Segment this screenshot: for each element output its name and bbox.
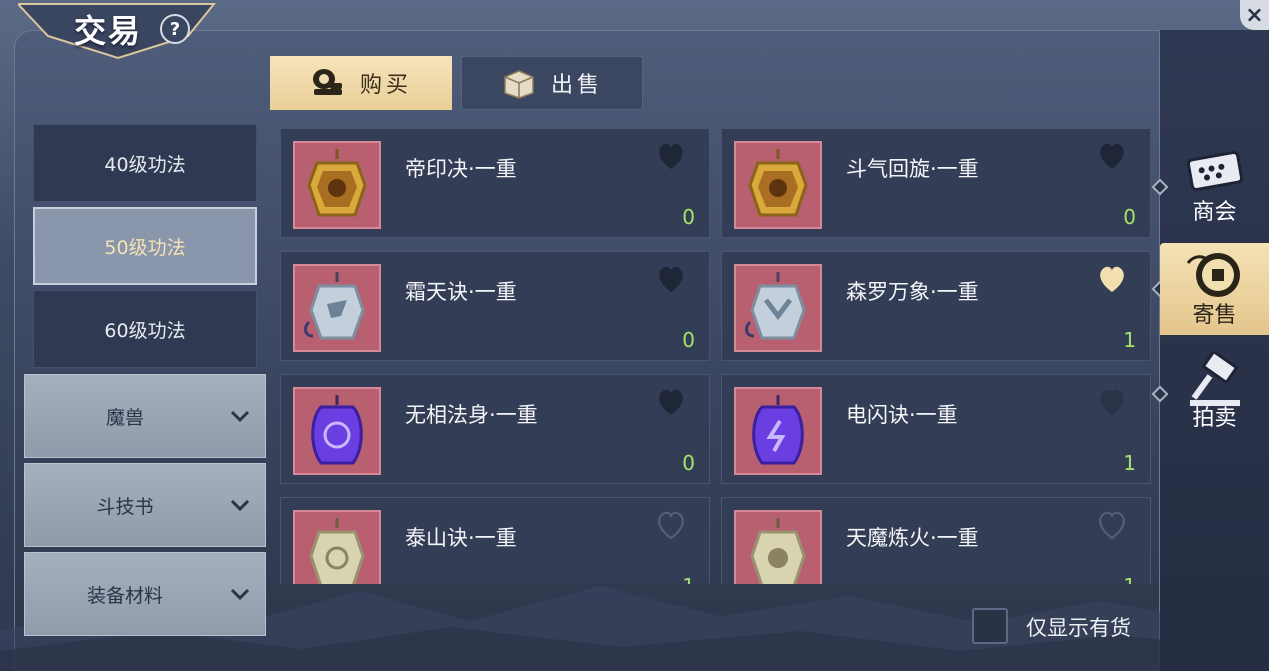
item-card[interactable]: 天魔炼火·一重 1 bbox=[721, 497, 1151, 584]
category-label: 60级功法 bbox=[104, 319, 186, 342]
coins-icon bbox=[312, 69, 342, 95]
group-skill-books[interactable]: 斗技书 bbox=[24, 463, 266, 547]
category-label: 50级功法 bbox=[104, 236, 186, 259]
heart-icon-favorited[interactable] bbox=[1096, 264, 1128, 294]
item-name: 无相法身·一重 bbox=[405, 403, 538, 427]
gold-pendant-icon bbox=[307, 149, 367, 217]
sidebar-item-auction[interactable]: 拍卖 bbox=[1160, 346, 1269, 438]
item-thumbnail bbox=[293, 264, 381, 352]
heart-icon[interactable] bbox=[655, 264, 687, 294]
item-name: 斗气回旋·一重 bbox=[846, 157, 979, 181]
group-beasts[interactable]: 魔兽 bbox=[24, 374, 266, 458]
item-card[interactable]: 无相法身·一重 0 bbox=[280, 374, 710, 484]
item-count: 0 bbox=[682, 328, 695, 352]
item-card[interactable]: 泰山诀·一重 1 bbox=[280, 497, 710, 584]
in-stock-label[interactable]: 仅显示有货 bbox=[1026, 612, 1131, 642]
item-count: 1 bbox=[1123, 328, 1136, 352]
item-list[interactable]: 帝印决·一重 0 斗气回旋·一重 0 霜天诀·一重 0 森罗万象·一重 1 无相… bbox=[270, 122, 1160, 584]
item-name: 帝印决·一重 bbox=[405, 157, 517, 181]
group-equipment-materials[interactable]: 装备材料 bbox=[24, 552, 266, 636]
group-label: 装备材料 bbox=[86, 584, 163, 607]
item-thumbnail bbox=[293, 510, 381, 584]
tab-buy[interactable]: 购买 bbox=[270, 56, 452, 110]
abacus-icon bbox=[1186, 151, 1244, 191]
page-title: 交易 bbox=[74, 12, 143, 50]
chevron-down-icon bbox=[230, 499, 250, 512]
bone-pendant-icon bbox=[309, 518, 365, 584]
silver-pendant-icon bbox=[304, 272, 365, 340]
item-card[interactable]: 电闪诀·一重 1 bbox=[721, 374, 1151, 484]
item-card[interactable]: 森罗万象·一重 1 bbox=[721, 251, 1151, 361]
heart-icon[interactable] bbox=[1096, 387, 1128, 417]
group-label: 魔兽 bbox=[105, 406, 144, 429]
category-label: 40级功法 bbox=[104, 153, 186, 176]
heart-icon-outline[interactable] bbox=[655, 510, 687, 540]
sidebar-item-consignment[interactable]: 寄售 bbox=[1160, 243, 1269, 335]
item-count: 0 bbox=[682, 451, 695, 475]
in-stock-checkbox[interactable] bbox=[972, 608, 1008, 644]
purple-pendant-icon bbox=[752, 395, 804, 465]
item-card[interactable]: 斗气回旋·一重 0 bbox=[721, 128, 1151, 238]
category-50[interactable]: 50级功法 bbox=[33, 207, 257, 285]
item-card[interactable]: 帝印决·一重 0 bbox=[280, 128, 710, 238]
chevron-down-icon bbox=[230, 410, 250, 423]
item-thumbnail bbox=[293, 141, 381, 229]
heart-icon-outline[interactable] bbox=[1096, 510, 1128, 540]
tab-sell[interactable]: 出售 bbox=[461, 56, 643, 110]
package-icon bbox=[504, 70, 534, 99]
gold-pendant-icon bbox=[748, 149, 808, 217]
heart-icon[interactable] bbox=[1096, 141, 1128, 171]
item-count: 1 bbox=[682, 574, 695, 584]
item-thumbnail bbox=[734, 387, 822, 475]
sidebar-item-guild-shop[interactable]: 商会 bbox=[1160, 140, 1269, 232]
chevron-down-icon bbox=[230, 588, 250, 601]
heart-icon[interactable] bbox=[655, 141, 687, 171]
item-count: 0 bbox=[1123, 205, 1136, 229]
close-button[interactable]: × bbox=[1240, 0, 1269, 30]
category-60[interactable]: 60级功法 bbox=[33, 290, 257, 368]
item-name: 泰山诀·一重 bbox=[405, 526, 517, 550]
item-name: 霜天诀·一重 bbox=[405, 280, 517, 304]
item-name: 天魔炼火·一重 bbox=[846, 526, 979, 550]
tab-sell-label: 出售 bbox=[550, 73, 603, 98]
tab-buy-label: 购买 bbox=[359, 73, 412, 98]
heart-icon[interactable] bbox=[655, 387, 687, 417]
coin-icon bbox=[1186, 253, 1240, 297]
item-name: 森罗万象·一重 bbox=[846, 280, 979, 304]
item-card[interactable]: 霜天诀·一重 0 bbox=[280, 251, 710, 361]
category-40[interactable]: 40级功法 bbox=[33, 124, 257, 202]
item-count: 1 bbox=[1123, 574, 1136, 584]
item-name: 电闪诀·一重 bbox=[846, 403, 958, 427]
item-thumbnail bbox=[734, 264, 822, 352]
silver-pendant-icon bbox=[745, 272, 806, 340]
item-count: 1 bbox=[1123, 451, 1136, 475]
help-button[interactable]: ? bbox=[160, 14, 190, 44]
group-label: 斗技书 bbox=[96, 495, 154, 518]
item-count: 0 bbox=[682, 205, 695, 229]
item-thumbnail bbox=[734, 510, 822, 584]
gavel-icon bbox=[1190, 352, 1240, 406]
purple-pendant-icon bbox=[311, 395, 363, 465]
item-thumbnail bbox=[734, 141, 822, 229]
bone-pendant-icon bbox=[750, 518, 806, 584]
item-thumbnail bbox=[293, 387, 381, 475]
